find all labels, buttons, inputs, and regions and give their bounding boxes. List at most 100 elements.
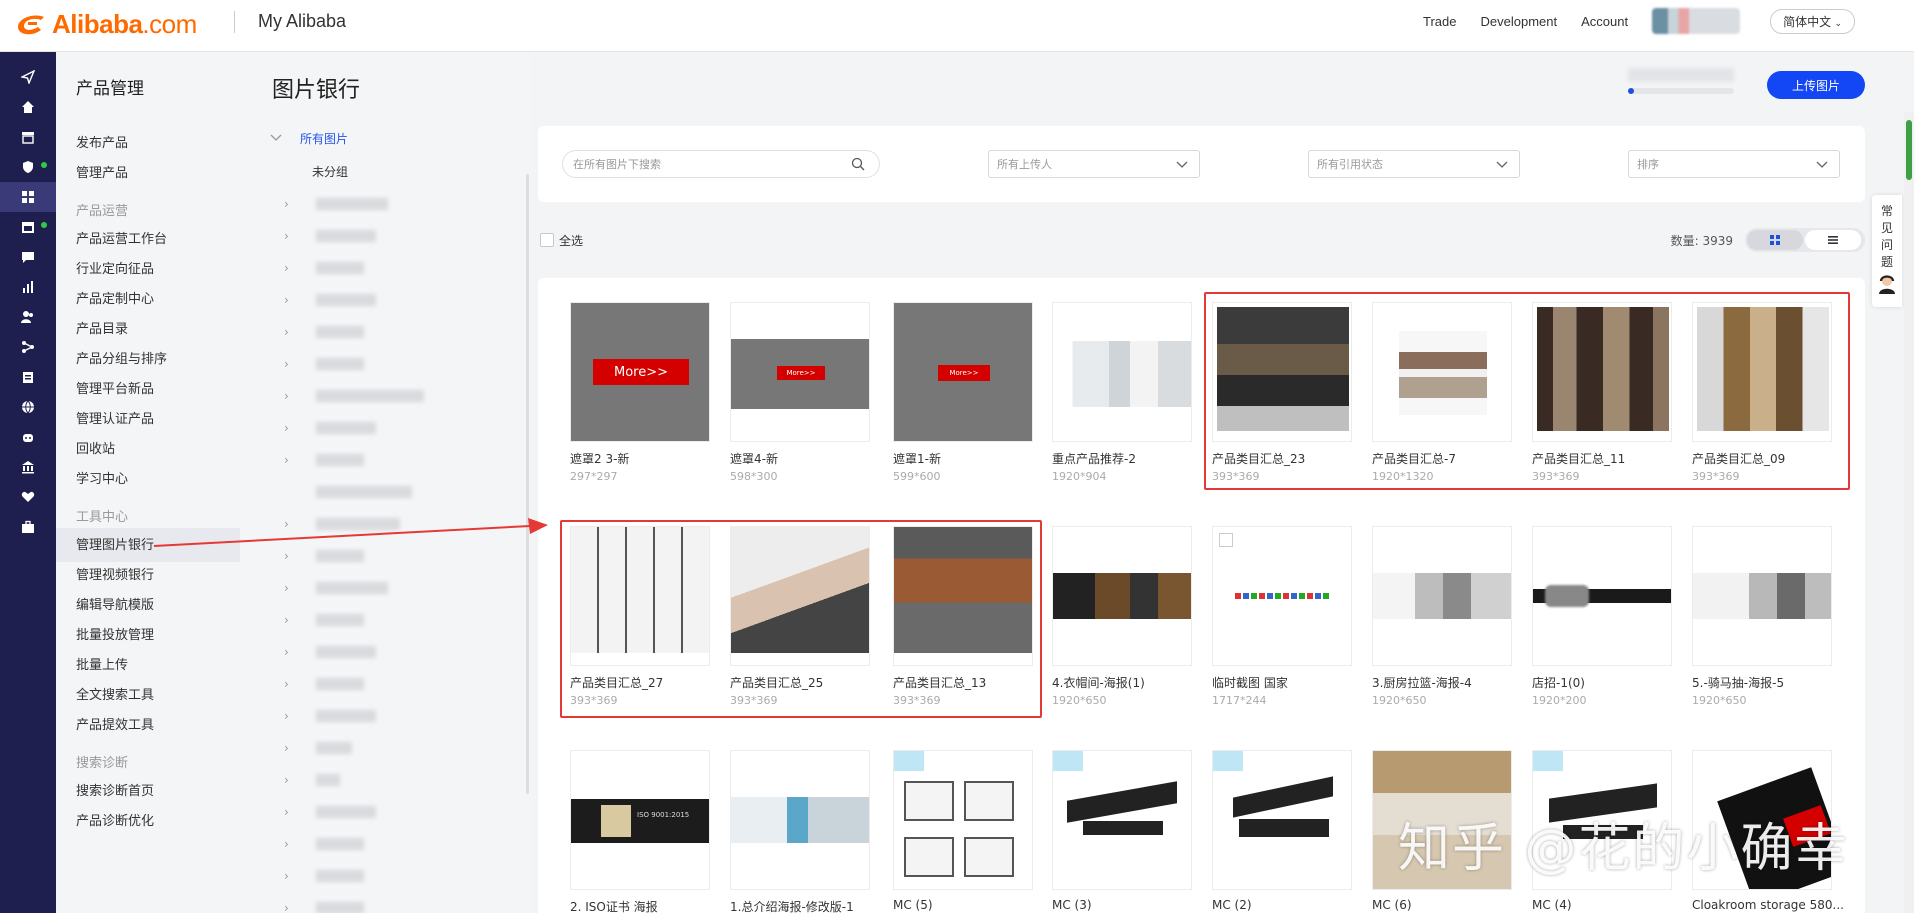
- image-card[interactable]: [893, 750, 1033, 890]
- tree-folder[interactable]: ›: [284, 388, 424, 404]
- tree-folder[interactable]: ›: [284, 580, 388, 596]
- tree-folder[interactable]: ›: [284, 420, 376, 436]
- image-card[interactable]: [1372, 526, 1512, 666]
- upload-image-button[interactable]: 上传图片: [1767, 71, 1865, 99]
- support-agent-icon: [1879, 275, 1895, 294]
- menu-item[interactable]: 行业定向征品: [76, 258, 154, 277]
- tree-folder[interactable]: ›: [284, 548, 364, 564]
- shield-icon[interactable]: [0, 152, 56, 182]
- image-card[interactable]: [1052, 526, 1192, 666]
- tree-folder[interactable]: ›: [284, 804, 376, 820]
- menu-item[interactable]: 编辑导航模版: [76, 594, 154, 613]
- image-size: 1920*904: [1052, 470, 1107, 483]
- grid-icon[interactable]: [0, 182, 56, 212]
- select-all-checkbox[interactable]: [540, 233, 554, 247]
- bank-icon[interactable]: [0, 452, 56, 482]
- tree-folder[interactable]: ›: [284, 228, 376, 244]
- search-icon[interactable]: [851, 157, 865, 171]
- menu-learning-center[interactable]: 学习中心: [76, 468, 128, 487]
- robot-icon[interactable]: [0, 422, 56, 452]
- tree-folder[interactable]: ›: [284, 868, 364, 884]
- flow-icon[interactable]: [0, 332, 56, 362]
- menu-item[interactable]: 管理平台新品: [76, 378, 154, 397]
- heart-icon[interactable]: [0, 482, 56, 512]
- nav-development[interactable]: Development: [1481, 14, 1558, 29]
- tree-root-all-images[interactable]: 所有图片: [270, 130, 348, 147]
- nav-trade[interactable]: Trade: [1423, 14, 1456, 29]
- alibaba-logo[interactable]: Alibaba.com: [14, 9, 197, 40]
- tree-folder[interactable]: [284, 484, 412, 500]
- image-search-input[interactable]: 在所有图片下搜索: [562, 150, 880, 178]
- store-icon[interactable]: [0, 122, 56, 152]
- image-card[interactable]: [1212, 526, 1352, 666]
- blurred-folder-name: [316, 774, 340, 786]
- image-card[interactable]: [1052, 302, 1192, 442]
- tree-folder[interactable]: ›: [284, 292, 376, 308]
- tree-scrollbar[interactable]: [526, 174, 529, 794]
- tree-folder[interactable]: ›: [284, 676, 364, 692]
- tree-folder[interactable]: ›: [284, 612, 364, 628]
- tree-folder[interactable]: ›: [284, 772, 340, 788]
- tree-folder[interactable]: ›: [284, 644, 376, 660]
- image-card[interactable]: [1692, 526, 1832, 666]
- select-all-label[interactable]: 全选: [559, 232, 583, 249]
- image-card[interactable]: More>>: [893, 302, 1033, 442]
- account-avatar[interactable]: [1652, 8, 1741, 34]
- image-name: 遮罩1-新: [893, 452, 941, 466]
- clipboard-icon[interactable]: [0, 362, 56, 392]
- send-icon[interactable]: [0, 62, 56, 92]
- tree-folder[interactable]: ›: [284, 196, 388, 212]
- image-select-checkbox[interactable]: [1219, 533, 1233, 547]
- tree-folder[interactable]: ›: [284, 356, 364, 372]
- menu-item[interactable]: 搜索诊断首页: [76, 780, 154, 799]
- reference-status-select[interactable]: 所有引用状态: [1308, 150, 1520, 178]
- chart-icon[interactable]: [0, 272, 56, 302]
- tree-folder[interactable]: ›: [284, 260, 364, 276]
- menu-item[interactable]: 产品诊断优化: [76, 810, 154, 829]
- page-scrollbar[interactable]: [1904, 112, 1914, 913]
- tree-folder[interactable]: ›: [284, 900, 364, 913]
- menu-manage-products[interactable]: 管理产品: [76, 162, 128, 181]
- nav-account[interactable]: Account: [1581, 14, 1628, 29]
- image-card[interactable]: [1052, 750, 1192, 890]
- chat-icon[interactable]: [0, 242, 56, 272]
- image-card[interactable]: [1532, 526, 1672, 666]
- menu-publish-product[interactable]: 发布产品: [76, 132, 128, 151]
- menu-item[interactable]: 产品运营工作台: [76, 228, 167, 247]
- menu-item[interactable]: 产品定制中心: [76, 288, 154, 307]
- home-icon[interactable]: [0, 92, 56, 122]
- menu-video-bank[interactable]: 管理视频银行: [76, 564, 154, 583]
- menu-item[interactable]: 产品目录: [76, 318, 128, 337]
- scrollbar-thumb[interactable]: [1906, 120, 1912, 180]
- menu-item[interactable]: 产品分组与排序: [76, 348, 167, 367]
- menu-item[interactable]: 批量投放管理: [76, 624, 154, 643]
- uploader-select[interactable]: 所有上传人: [988, 150, 1200, 178]
- menu-recycle-bin[interactable]: 回收站: [76, 438, 115, 457]
- image-card[interactable]: More>>: [570, 302, 710, 442]
- language-selector[interactable]: 简体中文 ⌄: [1770, 8, 1855, 34]
- sort-select[interactable]: 排序: [1628, 150, 1840, 178]
- image-card[interactable]: ISO 9001:2015: [570, 750, 710, 890]
- briefcase-icon[interactable]: [0, 512, 56, 542]
- menu-image-bank[interactable]: 管理图片银行: [76, 534, 154, 553]
- tree-folder[interactable]: ›: [284, 836, 364, 852]
- tree-ungrouped[interactable]: 未分组: [312, 163, 348, 180]
- faq-tab[interactable]: 常见问题: [1872, 195, 1902, 307]
- tree-folder[interactable]: ›: [284, 740, 352, 756]
- tree-folder[interactable]: ›: [284, 324, 364, 340]
- image-card[interactable]: [1212, 750, 1352, 890]
- tree-folder[interactable]: ›: [284, 708, 376, 724]
- calendar-icon[interactable]: [0, 212, 56, 242]
- grid-view-button[interactable]: [1747, 230, 1803, 250]
- image-card[interactable]: [730, 750, 870, 890]
- menu-item[interactable]: 产品提效工具: [76, 714, 154, 733]
- image-thumbnail: [1239, 819, 1329, 837]
- menu-item[interactable]: 全文搜索工具: [76, 684, 154, 703]
- globe-icon[interactable]: [0, 392, 56, 422]
- list-view-button[interactable]: [1805, 230, 1861, 250]
- users-icon[interactable]: [0, 302, 56, 332]
- menu-bulk-upload[interactable]: 批量上传: [76, 654, 128, 673]
- menu-item[interactable]: 管理认证产品: [76, 408, 154, 427]
- image-card[interactable]: More>>: [730, 302, 870, 442]
- tree-folder[interactable]: ›: [284, 452, 364, 468]
